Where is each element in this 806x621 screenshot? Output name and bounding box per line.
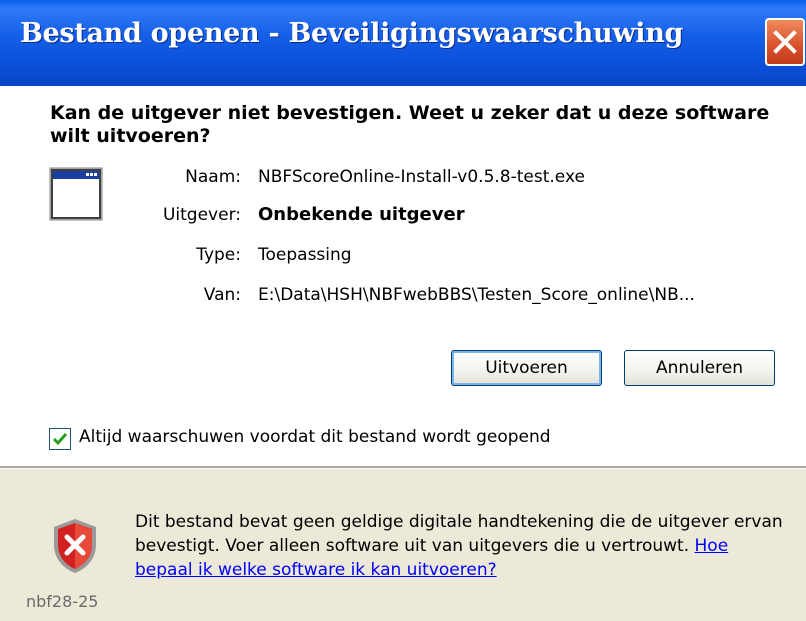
warning-heading: Kan de uitgever niet bevestigen. Weet u … [50,102,770,147]
close-button[interactable] [765,18,805,66]
publisher-label: Uitgever: [162,205,241,225]
window-title: Bestand openen - Beveiligingswaarschuwin… [20,18,684,49]
publisher-value: Onbekende uitgever [258,204,465,225]
close-icon [773,30,797,54]
run-button[interactable]: Uitvoeren [451,350,602,386]
type-value: Toepassing [258,245,352,265]
info-text: Dit bestand bevat geen geldige digitale … [135,510,785,582]
always-warn-label[interactable]: Altijd waarschuwen voordat dit bestand w… [79,427,551,447]
stamp-label: nbf28-25 [26,592,99,611]
cancel-button[interactable]: Annuleren [624,350,775,386]
name-value: NBFScoreOnline-Install-v0.5.8-test.exe [258,167,585,187]
type-label: Type: [196,245,241,265]
from-label: Van: [203,285,241,305]
from-value: E:\Data\HSH\NBFwebBBS\Testen_Score_onlin… [258,285,695,305]
always-warn-checkbox[interactable] [49,428,71,450]
name-label: Naam: [185,167,241,187]
title-bar[interactable]: Bestand openen - Beveiligingswaarschuwin… [0,0,806,86]
info-message: Dit bestand bevat geen geldige digitale … [135,512,783,556]
security-shield-x-icon [54,519,96,573]
application-window-icon [49,167,103,221]
checkmark-icon [52,433,68,446]
